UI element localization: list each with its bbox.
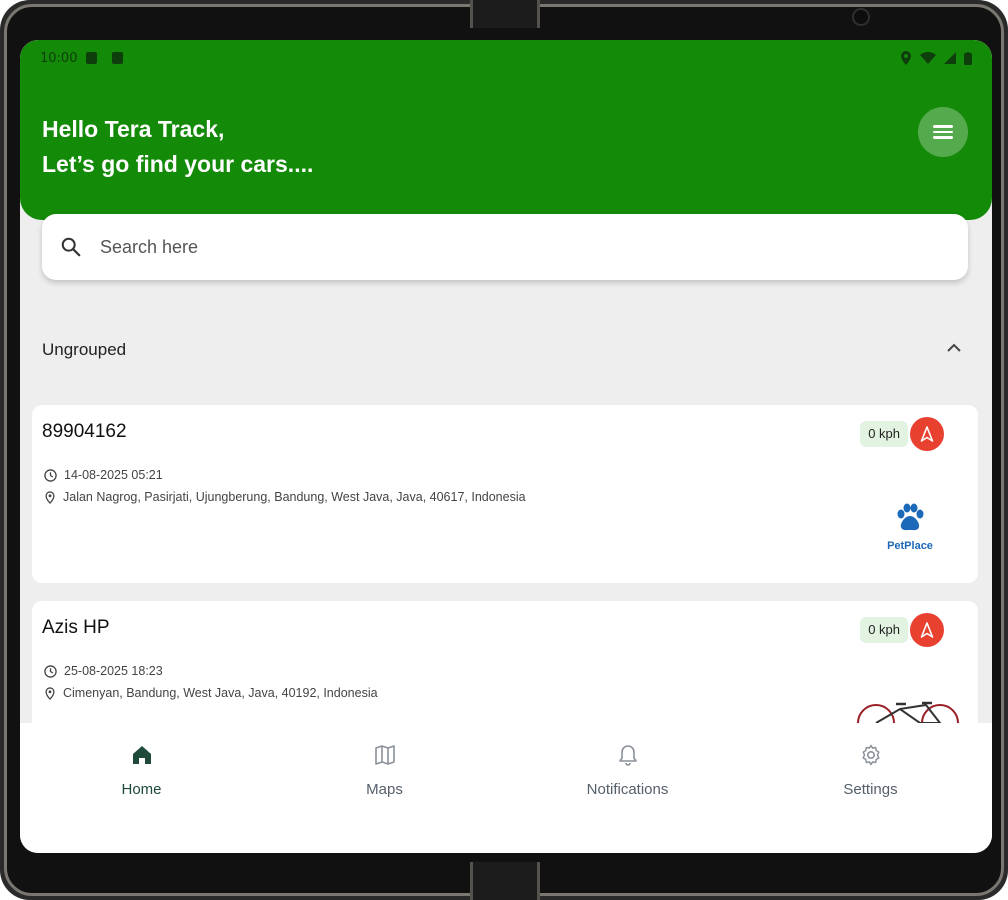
status-time: 10:00 <box>40 51 78 66</box>
bell-icon <box>619 745 637 766</box>
group-header-ungrouped[interactable]: Ungrouped <box>42 332 968 368</box>
status-icons <box>900 51 972 65</box>
menu-button[interactable] <box>918 107 968 157</box>
sim-card-icon <box>86 52 97 64</box>
hinge-top <box>470 0 540 28</box>
hamburger-icon <box>933 125 953 139</box>
notification-app-icon <box>112 52 123 64</box>
nav-label: Home <box>121 781 162 798</box>
vehicle-status-indicator <box>910 417 944 451</box>
vehicle-timestamp-row: 14-08-2025 05:21 <box>44 468 163 482</box>
nav-item-home[interactable]: Home <box>20 723 263 823</box>
front-camera <box>852 8 870 26</box>
nav-item-settings[interactable]: Settings <box>749 723 992 823</box>
greeting: Hello Tera Track, Let’s go find your car… <box>42 112 313 182</box>
nav-label: Notifications <box>586 781 669 798</box>
vehicle-address-row: Jalan Nagrog, Pasirjati, Ujungberung, Ba… <box>44 490 526 504</box>
vehicle-name: 89904162 <box>42 421 127 442</box>
location-icon <box>901 51 911 65</box>
cellular-signal-icon <box>944 52 956 64</box>
device-frame: 10:00 Hello Tera Track, Let’s go find yo… <box>0 0 1008 900</box>
vehicle-timestamp: 14-08-2025 05:21 <box>64 468 163 482</box>
vehicle-card[interactable]: 89904162 14-08-2025 05:21 Jalan Nagrog, … <box>32 405 978 583</box>
speed-badge: 0 kph <box>860 421 908 447</box>
nav-item-notifications[interactable]: Notifications <box>506 723 749 823</box>
vehicle-brand-logo: PetPlace <box>878 503 942 552</box>
greeting-line-1: Hello Tera Track, <box>42 116 225 142</box>
navigation-arrow-icon <box>920 426 934 442</box>
navigation-arrow-icon <box>920 622 934 638</box>
chevron-up-icon <box>947 343 961 352</box>
app-header: 10:00 Hello Tera Track, Let’s go find yo… <box>20 40 992 220</box>
paw-icon <box>897 503 924 531</box>
brand-name: PetPlace <box>887 540 933 552</box>
nav-label: Settings <box>843 781 898 798</box>
vehicle-address: Jalan Nagrog, Pasirjati, Ujungberung, Ba… <box>63 490 526 504</box>
greeting-line-2: Let’s go find your cars.... <box>42 151 314 177</box>
map-icon <box>375 745 395 765</box>
group-title: Ungrouped <box>42 340 127 359</box>
speed-badge: 0 kph <box>860 617 908 643</box>
status-bar: 10:00 <box>20 40 992 76</box>
app-screen: 10:00 Hello Tera Track, Let’s go find yo… <box>20 40 992 853</box>
clock-icon <box>44 468 57 482</box>
home-icon <box>133 746 151 764</box>
location-pin-icon <box>45 686 55 700</box>
vehicle-timestamp: 25-08-2025 18:23 <box>64 664 163 678</box>
gear-icon <box>862 744 880 766</box>
search-input[interactable] <box>100 232 940 262</box>
vehicle-address: Cimenyan, Bandung, West Java, Java, 4019… <box>63 686 378 700</box>
location-pin-icon <box>45 490 55 504</box>
search-icon <box>61 237 81 257</box>
nav-item-maps[interactable]: Maps <box>263 723 506 823</box>
hinge-bottom <box>470 862 540 900</box>
clock-icon <box>44 664 57 678</box>
bottom-navigation: Home Maps Notifications Settings <box>20 723 992 853</box>
search-bar <box>42 214 968 280</box>
vehicle-status-indicator <box>910 613 944 647</box>
vehicle-address-row: Cimenyan, Bandung, West Java, Java, 4019… <box>44 686 378 700</box>
nav-label: Maps <box>366 781 403 798</box>
vehicle-name: Azis HP <box>42 617 110 638</box>
battery-icon <box>964 51 972 65</box>
vehicle-timestamp-row: 25-08-2025 18:23 <box>44 664 163 678</box>
wifi-icon <box>920 52 936 64</box>
